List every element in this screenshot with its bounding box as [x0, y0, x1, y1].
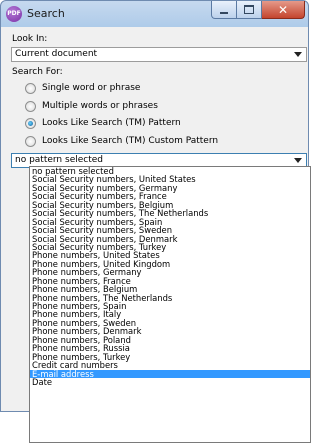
option-single-word[interactable]: Single word or phrase: [25, 81, 140, 95]
window-title: Search: [27, 7, 65, 20]
chevron-down-icon: [294, 52, 302, 57]
option-looks-like-custom[interactable]: Looks Like Search (TM) Custom Pattern: [25, 134, 218, 148]
radio-single-word[interactable]: [25, 82, 36, 94]
dropdown-item[interactable]: Date: [30, 377, 310, 386]
close-icon: ✕: [277, 2, 289, 17]
maximize-icon: [244, 5, 254, 14]
look-in-value: Current document: [15, 49, 98, 59]
option-multiple-words[interactable]: Multiple words or phrases: [25, 99, 158, 113]
maximize-button[interactable]: [237, 1, 262, 19]
option-label: Looks Like Search (TM) Pattern: [42, 118, 181, 128]
dropdown-item[interactable]: E-mail address: [30, 369, 310, 378]
chevron-down-icon: [294, 158, 302, 163]
option-label: Multiple words or phrases: [42, 101, 158, 111]
minimize-button[interactable]: [211, 1, 237, 19]
pattern-value: no pattern selected: [15, 155, 103, 165]
look-in-label: Look In:: [12, 34, 48, 44]
radio-looks-like-pattern[interactable]: [25, 117, 36, 129]
search-for-label: Search For:: [12, 67, 63, 77]
close-button[interactable]: ✕: [262, 1, 305, 19]
radio-looks-like-custom[interactable]: [25, 135, 36, 147]
window-controls: ✕: [211, 1, 305, 20]
pdf-app-icon: PDF: [6, 6, 22, 22]
pattern-dropdown-list[interactable]: no pattern selected Social Security numbe…: [29, 166, 311, 443]
option-label: Looks Like Search (TM) Custom Pattern: [42, 136, 219, 146]
title-bar[interactable]: PDF Search ✕: [1, 1, 308, 27]
option-label: Single word or phrase: [42, 83, 141, 93]
radio-multiple-words[interactable]: [25, 100, 36, 112]
look-in-select[interactable]: Current document: [11, 47, 307, 62]
option-looks-like-pattern[interactable]: Looks Like Search (TM) Pattern: [25, 116, 181, 130]
minimize-icon: [220, 11, 228, 14]
